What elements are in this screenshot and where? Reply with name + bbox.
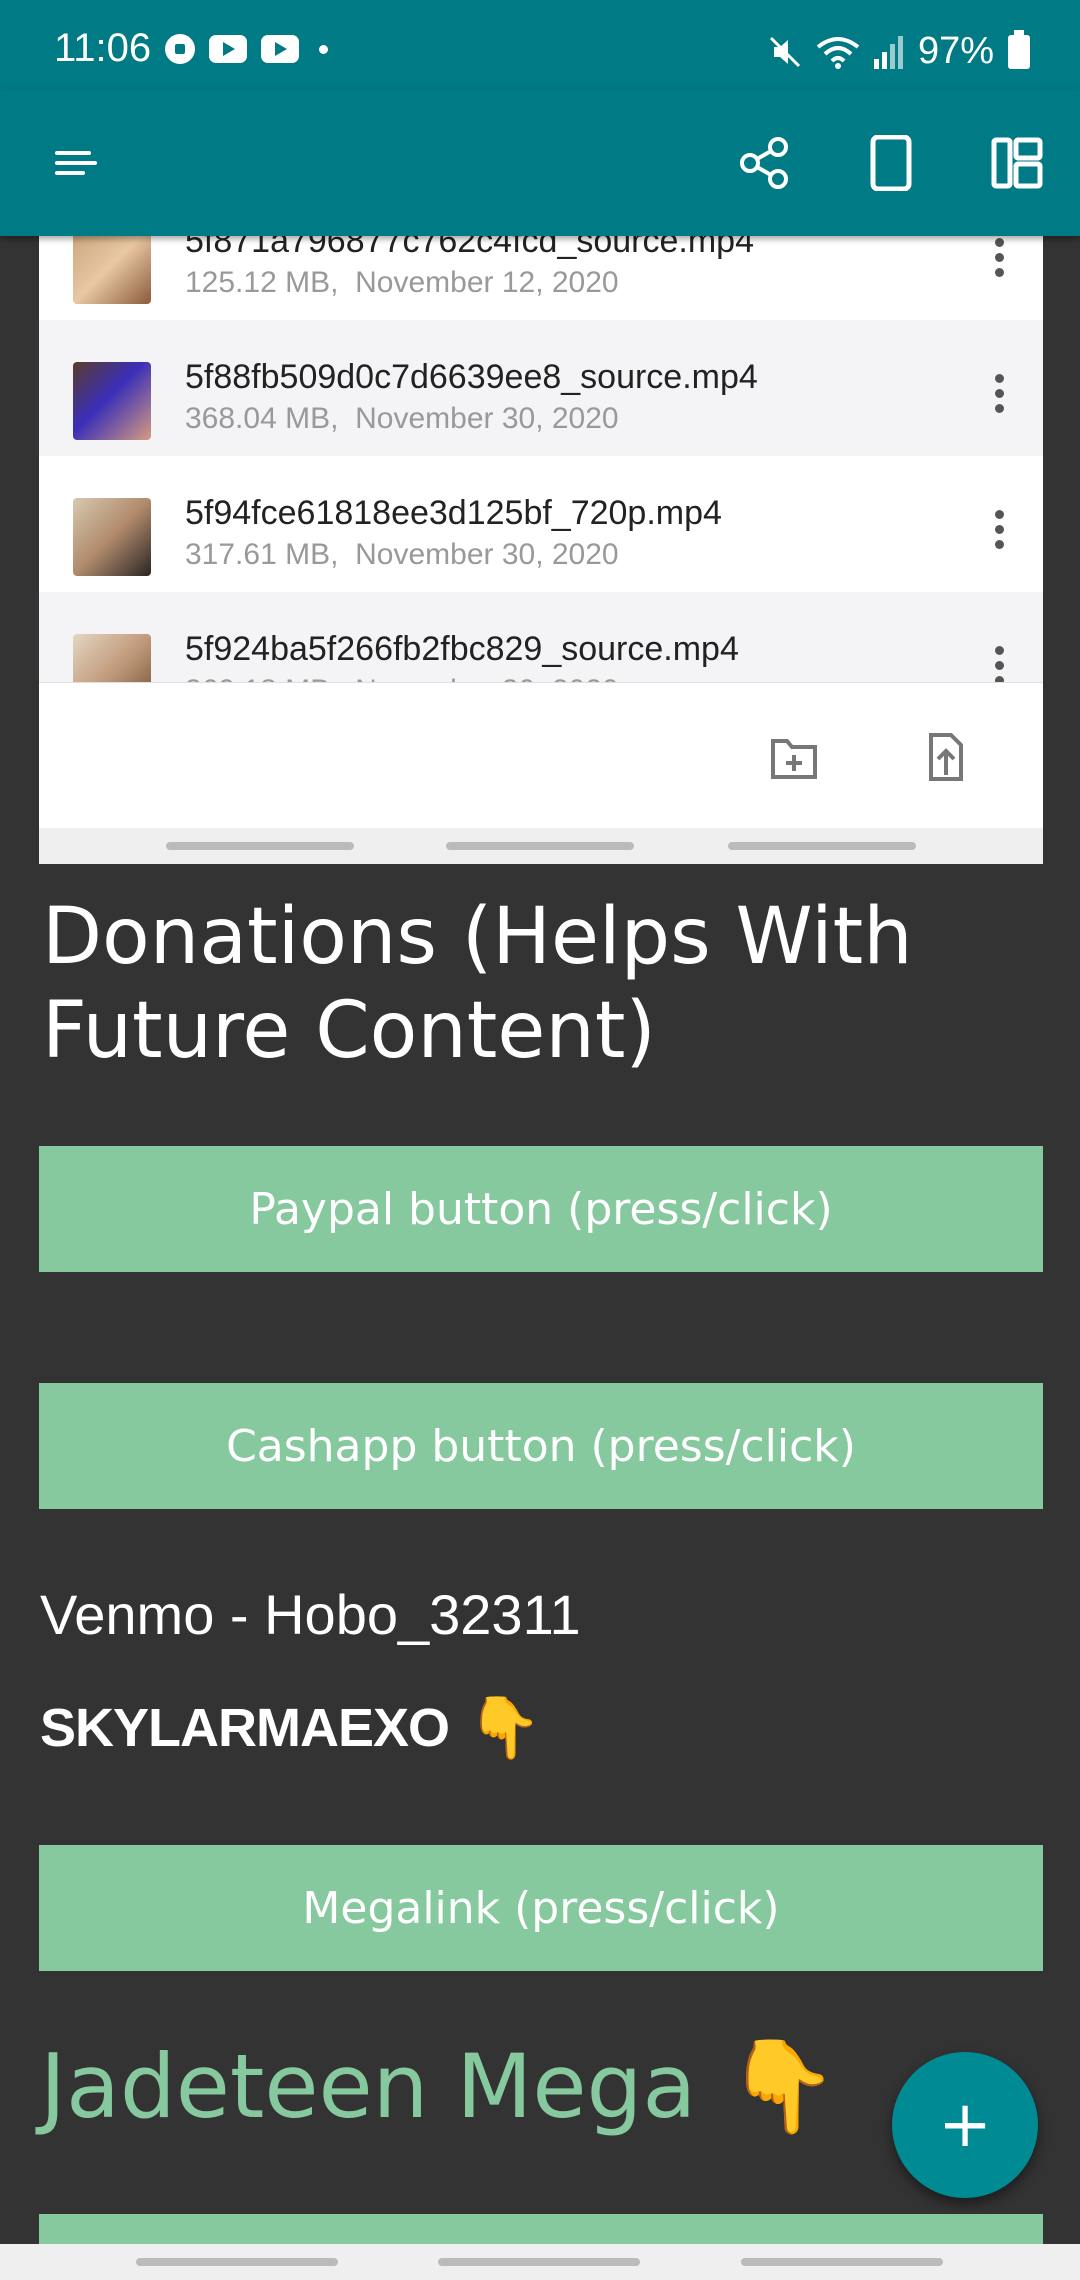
nav-pill xyxy=(136,2258,338,2266)
pointing-down-emoji: 👇 xyxy=(467,1694,542,1761)
donations-heading: Donations (Helps With Future Content) xyxy=(42,892,913,1076)
more-options-icon[interactable] xyxy=(995,238,1005,277)
battery-icon xyxy=(1008,29,1030,69)
wifi-icon xyxy=(816,36,860,69)
jadeteen-heading: Jadeteen Mega 👇 xyxy=(40,2034,838,2139)
file-row[interactable]: 5f94fce61818ee3d125bf_720p.mp4 317.61 MB… xyxy=(39,456,1043,592)
share-icon[interactable] xyxy=(730,128,800,198)
file-name: 5f94fce61818ee3d125bf_720p.mp4 xyxy=(185,494,722,532)
upload-file-icon[interactable] xyxy=(921,731,971,783)
panel-nav-indicator xyxy=(39,828,1043,864)
nav-pill xyxy=(438,2258,640,2266)
cashapp-button[interactable]: Cashapp button (press/click) xyxy=(39,1383,1043,1509)
nav-pill xyxy=(741,2258,943,2266)
file-meta: 368.04 MB, November 30, 2020 xyxy=(185,402,619,435)
mute-icon xyxy=(769,36,800,67)
file-list[interactable]: 5f871a796877c762c4fcd_source.mp4 125.12 … xyxy=(39,236,1043,682)
venmo-text: Venmo - Hobo_32311 xyxy=(40,1583,581,1646)
file-meta: 125.12 MB, November 12, 2020 xyxy=(185,266,619,299)
paypal-button[interactable]: Paypal button (press/click) xyxy=(39,1146,1043,1272)
file-meta: 317.61 MB, November 30, 2020 xyxy=(185,538,619,571)
clock: 11:06 xyxy=(54,26,152,70)
signal-icon xyxy=(873,35,903,69)
file-name: 5f924ba5f266fb2fbc829_source.mp4 xyxy=(185,630,739,668)
video-thumbnail xyxy=(73,498,151,576)
file-row[interactable]: 5f88fb509d0c7d6639ee8_source.mp4 368.04 … xyxy=(39,320,1043,456)
video-thumbnail xyxy=(73,362,151,440)
jadeteen-text: Jadeteen Mega xyxy=(40,2035,697,2138)
more-options-icon[interactable] xyxy=(995,646,1005,682)
more-options-icon[interactable] xyxy=(995,374,1005,413)
soccer-ball-icon xyxy=(165,34,195,64)
megalink-button[interactable]: Megalink (press/click) xyxy=(39,1845,1043,1971)
file-name: 5f871a796877c762c4fcd_source.mp4 xyxy=(185,236,754,260)
file-list-panel: 5f871a796877c762c4fcd_source.mp4 125.12 … xyxy=(39,236,1043,864)
add-fab-button[interactable]: + xyxy=(892,2052,1038,2198)
video-thumbnail xyxy=(73,236,151,304)
youtube-icon xyxy=(209,35,247,63)
nav-pill xyxy=(728,842,916,850)
file-row[interactable]: 5f871a796877c762c4fcd_source.mp4 125.12 … xyxy=(39,236,1043,320)
video-thumbnail xyxy=(73,634,151,682)
nav-pill xyxy=(446,842,634,850)
file-meta: 369.18 MB, November 30, 2020 xyxy=(185,674,619,682)
app-toolbar xyxy=(0,90,1080,236)
more-options-icon[interactable] xyxy=(995,510,1005,549)
skylar-label: SKYLARMAEXO 👇 xyxy=(40,1692,542,1763)
add-folder-icon[interactable] xyxy=(769,731,819,783)
system-icons: 97% xyxy=(768,29,1030,73)
notification-icons xyxy=(165,34,328,64)
skylar-text: SKYLARMAEXO xyxy=(40,1697,450,1758)
status-bar: 11:06 97% xyxy=(0,0,1080,90)
dot-icon xyxy=(319,44,328,54)
next-button-partial[interactable] xyxy=(39,2214,1043,2244)
menu-icon[interactable] xyxy=(38,128,108,198)
file-action-bar xyxy=(39,682,1043,828)
bottom-nav-indicator xyxy=(0,2244,1080,2280)
youtube-icon xyxy=(261,35,299,63)
battery-percent: 97% xyxy=(917,30,994,72)
layout-icon[interactable] xyxy=(982,128,1052,198)
nav-pill xyxy=(166,842,354,850)
file-name: 5f88fb509d0c7d6639ee8_source.mp4 xyxy=(185,358,758,396)
phone-view-icon[interactable] xyxy=(856,128,926,198)
file-row[interactable]: 5f924ba5f266fb2fbc829_source.mp4 369.18 … xyxy=(39,592,1043,682)
pointing-down-emoji: 👇 xyxy=(726,2034,839,2139)
